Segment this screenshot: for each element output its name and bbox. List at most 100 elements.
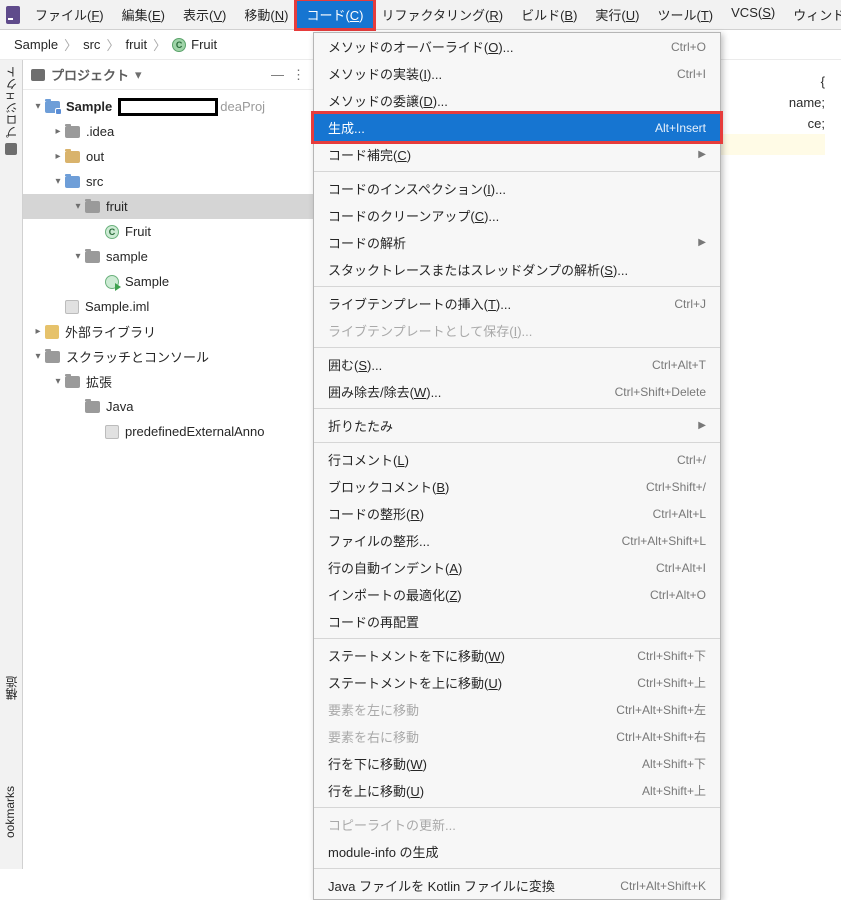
menu-item[interactable]: ステートメントを下に移動(W)Ctrl+Shift+下: [314, 642, 720, 669]
tree-node-pred[interactable]: predefinedExternalAnno: [23, 419, 313, 444]
menu-item[interactable]: コードの整形(R)Ctrl+Alt+L: [314, 500, 720, 527]
menu-item-label: インポートの最適化(Z): [328, 585, 650, 604]
menu-item[interactable]: 行を下に移動(W)Alt+Shift+下: [314, 750, 720, 777]
folder-icon: [31, 69, 45, 81]
tree-node-fruit-class[interactable]: CFruit: [23, 219, 313, 244]
menu-item-label: ブロックコメント(B): [328, 477, 646, 496]
tree-node-sample[interactable]: ▾SampledeaProj: [23, 94, 313, 119]
menu-shortcut: Alt+Shift+下: [642, 755, 706, 772]
menu-t[interactable]: ツール(T): [649, 1, 723, 28]
menu-item-label: 生成...: [328, 118, 655, 137]
crumb-src[interactable]: src: [83, 37, 100, 52]
menu-r[interactable]: リファクタリング(R): [373, 1, 513, 28]
redacted-box: [118, 98, 218, 116]
collapse-icon[interactable]: —: [271, 67, 284, 83]
menu-separator: [314, 286, 720, 287]
menu-item[interactable]: ファイルの整形...Ctrl+Alt+Shift+L: [314, 527, 720, 554]
menubar: ファイル(F)編集(E)表示(V)移動(N)コード(C)リファクタリング(R)ビ…: [0, 0, 841, 30]
tree-node-sample-class[interactable]: Sample: [23, 269, 313, 294]
menu-item[interactable]: Java ファイルを Kotlin ファイルに変換Ctrl+Alt+Shift+…: [314, 872, 720, 899]
tree-node-ext[interactable]: ▾拡張: [23, 369, 313, 394]
menu-item[interactable]: メソッドのオーバーライド(O)...Ctrl+O: [314, 33, 720, 60]
menu-s[interactable]: VCS(S): [722, 1, 784, 28]
tree-node-iml[interactable]: Sample.iml: [23, 294, 313, 319]
submenu-arrow-icon: ▶: [698, 149, 706, 160]
chevron-down-icon[interactable]: ▾: [135, 67, 142, 83]
project-tree[interactable]: ▾SampledeaProj ▸.idea ▸out ▾src ▾fruit C…: [23, 90, 313, 448]
chevron-right-icon: 〉: [106, 35, 119, 54]
menu-item-label: コードの解析: [328, 233, 690, 252]
menu-separator: [314, 408, 720, 409]
tool-label: 構造: [3, 676, 20, 700]
menu-item[interactable]: 囲み除去/除去(W)...Ctrl+Shift+Delete: [314, 378, 720, 405]
menu-b[interactable]: ビルド(B): [512, 1, 586, 28]
tree-node-ext-lib[interactable]: ▸外部ライブラリ: [23, 319, 313, 344]
menu-shortcut: Ctrl+Alt+Shift+左: [616, 701, 706, 718]
menu-item[interactable]: インポートの最適化(Z)Ctrl+Alt+O: [314, 581, 720, 608]
menu-item-label: コードのインスペクション(I)...: [328, 179, 706, 198]
menu-item[interactable]: 行コメント(L)Ctrl+/: [314, 446, 720, 473]
tree-node-idea[interactable]: ▸.idea: [23, 119, 313, 144]
menu-item-label: コード補完(C): [328, 145, 690, 164]
menu-item[interactable]: ステートメントを上に移動(U)Ctrl+Shift+上: [314, 669, 720, 696]
more-icon[interactable]: ⋮: [292, 67, 305, 83]
menu-item[interactable]: スタックトレースまたはスレッドダンプの解析(S)...: [314, 256, 720, 283]
menu-item-label: コードのクリーンアップ(C)...: [328, 206, 706, 225]
menu-c[interactable]: コード(C): [297, 1, 372, 28]
menu-item-label: 囲み除去/除去(W)...: [328, 382, 615, 401]
menu-item: 要素を左に移動Ctrl+Alt+Shift+左: [314, 696, 720, 723]
menu-item[interactable]: 行の自動インデント(A)Ctrl+Alt+I: [314, 554, 720, 581]
tree-node-java[interactable]: Java: [23, 394, 313, 419]
menu-item[interactable]: 行を上に移動(U)Alt+Shift+上: [314, 777, 720, 804]
menu-item-label: コードの再配置: [328, 612, 706, 631]
menu-separator: [314, 807, 720, 808]
tree-label: out: [86, 149, 104, 164]
tree-label: src: [86, 174, 103, 189]
menu-n[interactable]: 移動(N): [235, 1, 297, 28]
menu-item[interactable]: メソッドの実装(I)...Ctrl+I: [314, 60, 720, 87]
tree-node-out[interactable]: ▸out: [23, 144, 313, 169]
tool-structure[interactable]: 構造: [0, 670, 23, 706]
tree-node-fruit[interactable]: ▾fruit: [23, 194, 313, 219]
menu-shortcut: Ctrl+Shift+下: [637, 647, 706, 664]
tree-node-src[interactable]: ▾src: [23, 169, 313, 194]
folder-icon: [65, 126, 80, 138]
tool-label: ookmarks: [3, 786, 17, 838]
tree-label: sample: [106, 249, 148, 264]
menu-item[interactable]: メソッドの委譲(D)...: [314, 87, 720, 114]
tool-project[interactable]: プロジェクト: [0, 60, 23, 161]
menu-shortcut: Ctrl+O: [671, 40, 706, 54]
crumb-class[interactable]: Fruit: [191, 37, 217, 52]
menu-item[interactable]: コード補完(C) ▶: [314, 141, 720, 168]
tree-label: スクラッチとコンソール: [66, 347, 209, 366]
menu-item[interactable]: 生成...Alt+Insert: [314, 114, 720, 141]
module-icon: [45, 101, 60, 113]
menu-item[interactable]: コードのインスペクション(I)...: [314, 175, 720, 202]
menu-item-label: ファイルの整形...: [328, 531, 622, 550]
tree-node-scratch[interactable]: ▾スクラッチとコンソール: [23, 344, 313, 369]
tree-node-sample-pkg[interactable]: ▾sample: [23, 244, 313, 269]
project-tree-pane: プロジェクト ▾ — ⋮ ▾SampledeaProj ▸.idea ▸out …: [23, 60, 313, 869]
menu-item[interactable]: 囲む(S)...Ctrl+Alt+T: [314, 351, 720, 378]
menu-item[interactable]: ブロックコメント(B)Ctrl+Shift+/: [314, 473, 720, 500]
menu-item[interactable]: コードの再配置: [314, 608, 720, 635]
menu-v[interactable]: 表示(V): [174, 1, 235, 28]
class-icon: C: [105, 225, 119, 239]
menu-item[interactable]: コードのクリーンアップ(C)...: [314, 202, 720, 229]
tool-bookmarks[interactable]: ookmarks: [0, 780, 20, 844]
menu-e[interactable]: 編集(E): [113, 1, 174, 28]
menu-shortcut: Ctrl+J: [674, 297, 706, 311]
menu-item[interactable]: コードの解析▶: [314, 229, 720, 256]
menu-shortcut: Ctrl+Shift+Delete: [615, 385, 706, 399]
menu-u[interactable]: 実行(U): [586, 1, 648, 28]
crumb-root[interactable]: Sample: [14, 37, 58, 52]
menu-item[interactable]: ライブテンプレートの挿入(T)...Ctrl+J: [314, 290, 720, 317]
menu-w[interactable]: ウィンドウ(W): [784, 1, 841, 28]
chevron-right-icon: 〉: [153, 35, 166, 54]
menu-item[interactable]: 折りたたみ▶: [314, 412, 720, 439]
code-menu-dropdown[interactable]: メソッドのオーバーライド(O)...Ctrl+Oメソッドの実装(I)...Ctr…: [313, 32, 721, 900]
menu-f[interactable]: ファイル(F): [26, 1, 113, 28]
crumb-pkg[interactable]: fruit: [125, 37, 147, 52]
menu-item[interactable]: module-info の生成: [314, 838, 720, 865]
tree-label: 拡張: [86, 372, 112, 391]
